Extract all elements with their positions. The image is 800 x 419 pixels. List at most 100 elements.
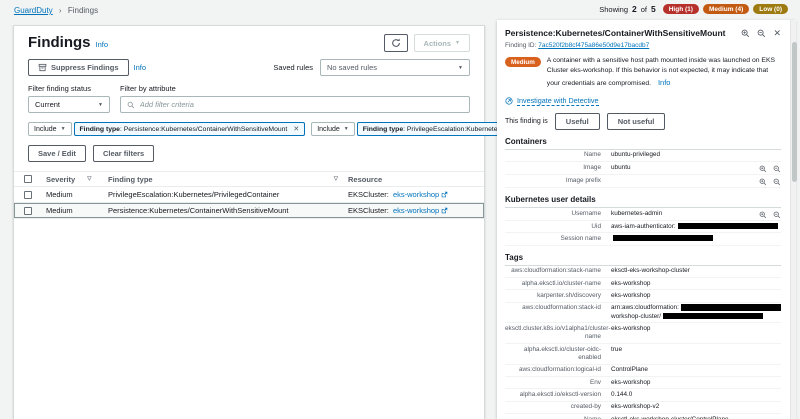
detail-label: Uid — [505, 223, 601, 231]
breadcrumb-guardduty-link[interactable]: GuardDuty — [14, 6, 53, 15]
finding-status-select[interactable]: Current ▼ — [28, 96, 110, 113]
redacted-value — [663, 313, 763, 320]
row-checkbox[interactable] — [24, 191, 32, 199]
finding-id-link[interactable]: 7ac520f2b8cf475a86e50d9e17bacdb7 — [538, 42, 649, 49]
finding-description: Medium A container with a sensitive host… — [505, 56, 781, 89]
detail-section: Kubernetes user details Username kuberne… — [505, 195, 781, 246]
detail-label: created-by — [505, 403, 601, 411]
detail-label: Image — [505, 164, 601, 172]
findings-info-link[interactable]: Info — [96, 40, 109, 49]
finding-id-label: Finding ID: — [505, 42, 536, 49]
clear-filters-button[interactable]: Clear filters — [93, 145, 154, 162]
useful-button[interactable]: Useful — [555, 113, 600, 130]
showing-of: of — [641, 5, 647, 14]
detail-row: aws:cloudformation:stack-name eksctl-eks… — [505, 266, 781, 278]
zoom-in-icon[interactable] — [741, 29, 750, 38]
detail-row: Env eks-workshop — [505, 377, 781, 389]
finding-row[interactable]: Medium Persistence:Kubernetes/ContainerW… — [14, 203, 484, 219]
filter-caret-icon[interactable]: ▽ — [334, 176, 338, 182]
resource-link[interactable]: eks-workshop — [393, 206, 439, 215]
detail-row: alpha.eksctl.io/cluster-name eks-worksho… — [505, 278, 781, 290]
scrollbar-track[interactable] — [790, 20, 796, 419]
redacted-value — [678, 223, 778, 230]
breadcrumb-separator-icon: › — [59, 6, 62, 15]
refresh-icon — [391, 38, 401, 48]
search-icon — [127, 101, 135, 109]
detail-section: Containers Name ubuntu-privileged Image … — [505, 137, 781, 188]
filter-search-input[interactable] — [140, 100, 463, 109]
detail-value: kubernetes-admin — [611, 210, 753, 218]
section-heading: Kubernetes user details — [505, 195, 781, 208]
cell-severity: Medium — [42, 188, 104, 201]
row-checkbox[interactable] — [24, 207, 32, 215]
zoom-in-icon[interactable] — [759, 178, 767, 186]
findings-panel: FindingsInfo Actions ▼ Suppress Findings… — [13, 25, 485, 419]
detail-value — [611, 235, 781, 243]
detail-label: alpha.eksctl.io/eksctl-version — [505, 391, 601, 399]
select-all-checkbox[interactable] — [24, 175, 32, 183]
detail-label: alpha.eksctl.io/cluster-name — [505, 280, 601, 288]
suppress-findings-button[interactable]: Suppress Findings — [28, 59, 129, 76]
filter-caret-icon[interactable]: ▽ — [87, 176, 91, 182]
severity-filter-badge[interactable]: Medium (4) — [703, 4, 749, 14]
not-useful-button[interactable]: Not useful — [607, 113, 666, 130]
archive-icon — [38, 63, 47, 72]
detail-value: ControlPlane — [611, 366, 781, 374]
detail-value: eksctl-eks-workshop-cluster — [611, 267, 781, 275]
zoom-in-icon[interactable] — [759, 165, 767, 173]
detail-value: eks-workshop — [611, 325, 781, 333]
detail-section: Tags aws:cloudformation:stack-name eksct… — [505, 253, 781, 419]
zoom-out-icon[interactable] — [773, 211, 781, 219]
redacted-value — [613, 235, 713, 242]
chevron-down-icon: ▼ — [344, 126, 349, 132]
cell-finding-type: PrivilegeEscalation:Kubernetes/Privilege… — [104, 188, 344, 201]
section-heading: Containers — [505, 137, 781, 150]
scrollbar-thumb[interactable] — [792, 42, 797, 182]
cell-resource: EKSCluster: eks-workshop — [344, 204, 484, 217]
detail-row: alpha.eksctl.io/cluster-oidc-enabled tru… — [505, 344, 781, 365]
detail-row: eksctl.cluster.k8s.io/v1alpha1/cluster-n… — [505, 323, 781, 344]
resource-link[interactable]: eks-workshop — [393, 190, 439, 199]
detail-value: eks-workshop-v2 — [611, 403, 781, 411]
refresh-button[interactable] — [384, 34, 408, 52]
detail-value: ubuntu — [611, 164, 753, 172]
detail-value: eks-workshop — [611, 292, 781, 300]
close-icon[interactable]: ✕ — [773, 29, 781, 38]
token-operator-select[interactable]: Include ▼ — [28, 122, 72, 136]
suppress-info-link[interactable]: Info — [134, 63, 147, 72]
zoom-out-icon[interactable] — [773, 178, 781, 186]
zoom-in-icon[interactable] — [759, 211, 767, 219]
showing-count: 2 — [632, 4, 637, 14]
detail-label: Name — [505, 416, 601, 419]
finding-detail-panel: Persistence:Kubernetes/ContainerWithSens… — [497, 20, 795, 419]
investigate-with-detective-link[interactable]: Investigate with Detective — [517, 96, 599, 106]
token-operator-select[interactable]: Include ▼ — [311, 122, 355, 136]
chevron-down-icon: ▼ — [61, 126, 66, 132]
saved-rules-select[interactable]: No saved rules ▼ — [320, 59, 470, 76]
severity-filter-badge[interactable]: Low (0) — [753, 4, 788, 14]
detective-icon — [505, 97, 513, 105]
redacted-value — [681, 304, 781, 311]
actions-button[interactable]: Actions ▼ — [414, 34, 470, 52]
column-resource[interactable]: Resource — [348, 175, 382, 184]
chevron-down-icon: ▼ — [455, 40, 460, 46]
zoom-out-icon[interactable] — [757, 29, 766, 38]
detail-row: Name ubuntu-privileged — [505, 150, 781, 162]
severity-filter-badge[interactable]: High (1) — [663, 4, 699, 14]
detail-label: aws:cloudformation:logical-id — [505, 366, 601, 374]
zoom-out-icon[interactable] — [773, 165, 781, 173]
breadcrumb-current: Findings — [68, 6, 98, 15]
detail-row: Image ubuntu — [505, 162, 781, 175]
detail-value: 0.144.0 — [611, 391, 781, 399]
column-severity[interactable]: Severity — [46, 175, 75, 184]
filter-status-label: Filter finding status — [28, 84, 120, 93]
detail-row: Username kubernetes-admin — [505, 208, 781, 221]
remove-token-icon[interactable]: ✕ — [293, 125, 299, 133]
token-chip: Finding type: Persistence:Kubernetes/Con… — [74, 122, 306, 136]
detail-label: aws:cloudformation:stack-name — [505, 267, 601, 275]
column-finding-type[interactable]: Finding type — [108, 175, 153, 184]
finding-row[interactable]: Medium PrivilegeEscalation:Kubernetes/Pr… — [14, 187, 484, 203]
description-info-link[interactable]: Info — [658, 78, 671, 87]
section-heading: Tags — [505, 253, 781, 266]
save-edit-button[interactable]: Save / Edit — [28, 145, 86, 162]
